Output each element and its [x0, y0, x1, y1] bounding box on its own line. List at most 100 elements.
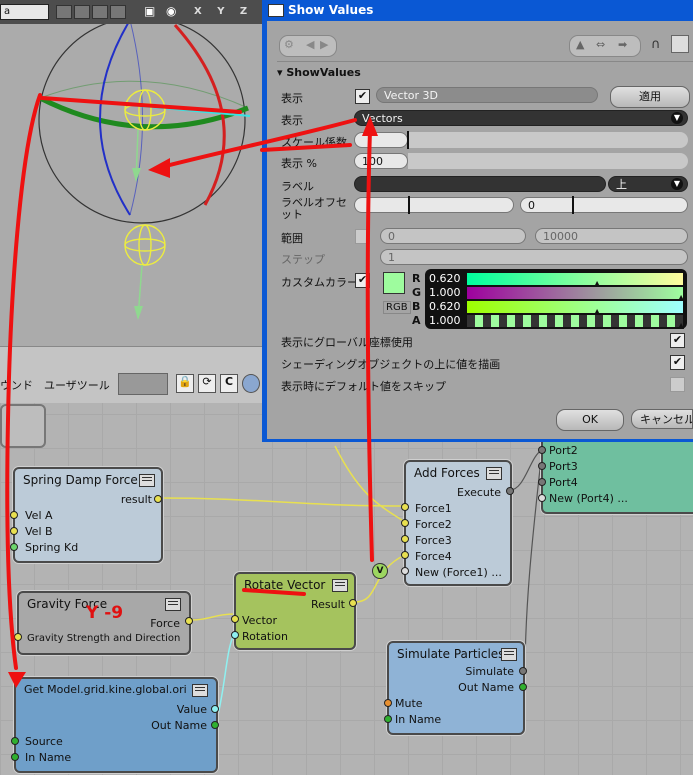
- range-max-field[interactable]: 10000: [535, 228, 688, 244]
- port-in-mute[interactable]: Mute: [395, 697, 423, 710]
- port-dot[interactable]: [538, 462, 546, 470]
- step-field[interactable]: 1: [380, 249, 688, 265]
- rgb-mode-label[interactable]: RGB: [383, 301, 411, 314]
- port-dot[interactable]: [538, 446, 546, 454]
- port-dot[interactable]: [538, 494, 546, 502]
- port-out-name[interactable]: Out Name: [151, 719, 207, 732]
- port-in-force3[interactable]: Force3: [415, 534, 452, 547]
- channel-r-thumb[interactable]: ▲: [594, 279, 600, 288]
- port-dot[interactable]: [154, 495, 162, 503]
- help-icon[interactable]: ∩: [651, 37, 661, 52]
- display-type-field[interactable]: Vector 3D: [376, 87, 598, 103]
- camera-icon[interactable]: ▣: [144, 4, 155, 18]
- node-menu-icon[interactable]: [332, 579, 348, 592]
- port-2[interactable]: Port2: [549, 444, 578, 457]
- key-icon[interactable]: ⚙: [284, 38, 294, 51]
- display-mode-dropdown[interactable]: Vectors: [354, 110, 688, 126]
- port-out-simulate[interactable]: Simulate: [465, 665, 514, 678]
- node-rotate-vector[interactable]: Rotate Vector Result Vector Rotation: [234, 572, 356, 650]
- node-menu-icon[interactable]: [486, 467, 502, 480]
- port-out-result[interactable]: result: [121, 493, 152, 506]
- arrow-right-icon[interactable]: ➡: [618, 38, 627, 51]
- port-dot[interactable]: [506, 487, 514, 495]
- channel-b-value[interactable]: 0.620: [429, 300, 461, 313]
- swap-icon[interactable]: ⇔: [596, 38, 605, 51]
- node-add-forces[interactable]: Add Forces Execute Force1 Force2 Force3 …: [404, 460, 512, 586]
- port-out-value[interactable]: Value: [177, 703, 207, 716]
- channel-r-value[interactable]: 0.620: [429, 272, 461, 285]
- port-dot[interactable]: [231, 615, 239, 623]
- channel-a-thumb[interactable]: ▲: [678, 321, 684, 330]
- percent-slider[interactable]: [408, 153, 688, 169]
- channel-b-thumb[interactable]: ▲: [594, 307, 600, 316]
- channel-r-slider[interactable]: [467, 273, 683, 285]
- nav-buttons[interactable]: ⚙ ◀ ▶: [279, 35, 337, 57]
- port-dot[interactable]: [384, 715, 392, 723]
- port-dot[interactable]: [519, 683, 527, 691]
- label-offset-x-thumb[interactable]: [408, 196, 410, 214]
- node-menu-icon[interactable]: [501, 648, 517, 661]
- slot-4[interactable]: [110, 5, 126, 19]
- port-out-result[interactable]: Result: [311, 598, 345, 611]
- port-dot[interactable]: [384, 699, 392, 707]
- port-out-force[interactable]: Force: [150, 617, 180, 630]
- viewport-combo[interactable]: a: [0, 4, 49, 20]
- cancel-button[interactable]: キャンセル: [631, 409, 693, 429]
- up-icon[interactable]: ▲: [576, 38, 584, 51]
- range-checkbox[interactable]: [355, 229, 370, 244]
- percent-field[interactable]: 100: [354, 153, 408, 169]
- section-header[interactable]: ▾ ShowValues: [277, 66, 361, 79]
- port-dot[interactable]: [231, 631, 239, 639]
- port-dot[interactable]: [519, 667, 527, 675]
- view-buttons[interactable]: ▲ ⇔ ➡: [569, 35, 641, 57]
- channel-a-slider[interactable]: [467, 315, 683, 327]
- port-in-force4[interactable]: Force4: [415, 550, 452, 563]
- port-dot[interactable]: [14, 633, 22, 641]
- port-in-spring-kd[interactable]: Spring Kd: [25, 541, 78, 554]
- port-dot[interactable]: [401, 551, 409, 559]
- port-in-vector[interactable]: Vector: [242, 614, 277, 627]
- port-in-name[interactable]: In Name: [25, 751, 71, 764]
- port-dot[interactable]: [10, 527, 18, 535]
- port-in-source[interactable]: Source: [25, 735, 63, 748]
- node-simulate-particles[interactable]: Simulate Particles Simulate Out Name Mut…: [387, 641, 525, 735]
- chevron-down-icon[interactable]: ▼: [671, 112, 683, 124]
- port-dot[interactable]: [401, 503, 409, 511]
- label-offset-x-field[interactable]: [354, 197, 514, 213]
- back-icon[interactable]: ◀: [306, 38, 314, 51]
- dialog-titlebar[interactable]: Show Values: [262, 0, 693, 20]
- skip-default-checkbox[interactable]: [670, 377, 685, 392]
- label-field[interactable]: [354, 176, 606, 192]
- color-swatch[interactable]: [383, 272, 405, 294]
- port-in-force1[interactable]: Force1: [415, 502, 452, 515]
- chevron-down-icon[interactable]: ▼: [671, 178, 683, 190]
- port-dot[interactable]: [349, 599, 357, 607]
- scale-slider[interactable]: [408, 132, 688, 148]
- node-menu-icon[interactable]: [139, 474, 155, 487]
- label-offset-y-thumb[interactable]: [572, 196, 574, 214]
- port-dot[interactable]: [10, 543, 18, 551]
- display-checkbox[interactable]: ✔: [355, 89, 370, 104]
- port-dot[interactable]: [211, 721, 219, 729]
- port-dot[interactable]: [538, 478, 546, 486]
- port-dot[interactable]: [185, 617, 193, 625]
- port-dot[interactable]: [401, 567, 409, 575]
- port-dot[interactable]: [10, 511, 18, 519]
- forward-icon[interactable]: ▶: [320, 38, 328, 51]
- port-in-force2[interactable]: Force2: [415, 518, 452, 531]
- port-3[interactable]: Port3: [549, 460, 578, 473]
- port-dot[interactable]: [211, 705, 219, 713]
- channel-g-value[interactable]: 1.000: [429, 286, 461, 299]
- node-gravity-force[interactable]: Gravity Force Force Gravity Strength and…: [17, 591, 191, 655]
- v-badge[interactable]: V: [372, 563, 388, 579]
- port-in-vel-a[interactable]: Vel A: [25, 509, 53, 522]
- draw-on-shaded-checkbox[interactable]: ✔: [670, 355, 685, 370]
- scale-slider-thumb[interactable]: [407, 131, 409, 149]
- slot-2[interactable]: [74, 5, 90, 19]
- apply-button[interactable]: 適用: [610, 86, 690, 108]
- port-in-rotation[interactable]: Rotation: [242, 630, 288, 643]
- port-in-name[interactable]: In Name: [395, 713, 441, 726]
- custom-color-checkbox[interactable]: ✔: [355, 273, 370, 288]
- label-offset-y-field[interactable]: 0: [520, 197, 688, 213]
- port-dot[interactable]: [11, 753, 19, 761]
